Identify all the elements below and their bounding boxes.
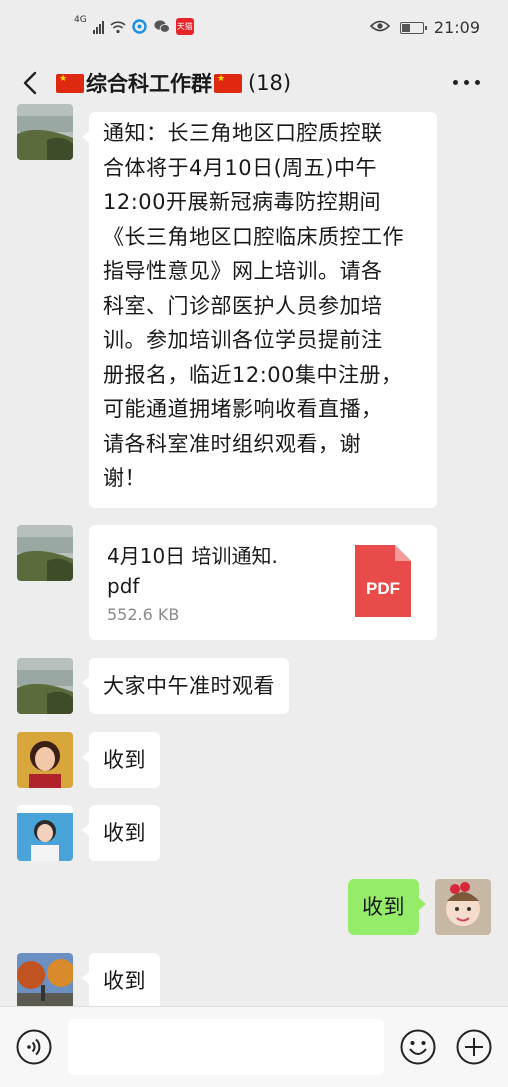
file-name-line: 4月10日 培训通知.	[107, 544, 278, 568]
china-flag-icon	[214, 73, 242, 93]
input-toolbar	[0, 1006, 508, 1087]
status-left-icons: 4G 天猫	[74, 15, 194, 35]
browser-notification-icon	[132, 19, 148, 35]
china-flag-icon	[56, 73, 84, 93]
message-line: 科室、门诊部医护人员参加培	[103, 293, 383, 318]
back-button[interactable]	[18, 70, 44, 96]
message-text: 收到	[103, 748, 146, 772]
smiley-icon	[400, 1029, 436, 1065]
woman-photo-icon	[17, 732, 73, 788]
message-text: 通知：长三角地区口腔质控联 合体将于4月10日(周五)中午 12:00开展新冠病…	[89, 112, 437, 502]
emoji-button[interactable]	[400, 1029, 436, 1065]
message-bubble[interactable]: 大家中午准时观看	[82, 658, 289, 714]
network-type: 4G	[74, 15, 87, 25]
message-bubble[interactable]: 收到	[82, 805, 160, 861]
pdf-file-icon: PDF	[355, 545, 411, 617]
message-text: 收到	[362, 895, 405, 919]
file-name-line: pdf	[107, 574, 140, 598]
battery-icon	[399, 21, 427, 34]
chat-title: 综合科工作群 (18)	[56, 68, 291, 98]
message-text: 收到	[103, 821, 146, 845]
message-bubble[interactable]: 通知：长三角地区口腔质控联 合体将于4月10日(周五)中午 12:00开展新冠病…	[82, 112, 437, 508]
wechat-notification-icon	[154, 19, 170, 35]
lake-photo-icon	[17, 658, 73, 714]
message-line: 12:00开展新冠病毒防控期间	[103, 190, 382, 214]
status-right: 21:09	[369, 18, 480, 37]
message-text: 收到	[103, 969, 146, 993]
message-text: 大家中午准时观看	[103, 674, 275, 698]
tmall-notification-icon: 天猫	[175, 18, 194, 35]
message-bubble[interactable]: 收到	[82, 953, 160, 1009]
sender-avatar[interactable]	[17, 732, 73, 788]
voice-input-button[interactable]	[16, 1029, 52, 1065]
message-line: 请各科室准时组织观看，谢	[103, 431, 361, 456]
clock: 21:09	[433, 18, 480, 37]
sender-avatar[interactable]	[17, 953, 73, 1009]
my-message-bubble[interactable]: 收到	[348, 879, 426, 935]
file-message-card[interactable]: 4月10日 培训通知. pdf 552.6 KB PDF	[89, 525, 437, 640]
sender-avatar[interactable]	[17, 805, 73, 861]
chat-header: 综合科工作群 (18)	[0, 58, 508, 108]
member-count: (18)	[248, 71, 292, 95]
message-bubble[interactable]: 收到	[82, 732, 160, 788]
message-line: 通知：长三角地区口腔质控联	[103, 121, 383, 145]
message-input[interactable]	[68, 1019, 384, 1075]
girl-photo-icon	[17, 805, 73, 861]
pdf-label: PDF	[366, 579, 400, 598]
signal-icon	[92, 20, 104, 34]
more-functions-button[interactable]	[456, 1029, 492, 1065]
message-line: 册报名，临近12:00集中注册，	[103, 362, 403, 387]
wifi-icon	[110, 19, 126, 35]
my-avatar[interactable]	[435, 879, 491, 935]
more-options-button[interactable]	[453, 80, 480, 85]
status-bar: 4G 天猫 21:09	[0, 0, 508, 58]
autumn-photo-icon	[17, 953, 73, 1009]
file-name: 4月10日 培训通知. pdf	[107, 541, 331, 601]
message-line: 《长三角地区口腔临床质控工作	[103, 224, 404, 249]
chevron-left-icon	[23, 71, 37, 95]
child-photo-icon	[435, 879, 491, 935]
group-name: 综合科工作群	[86, 72, 212, 96]
message-line: 合体将于4月10日(周五)中午	[103, 155, 377, 180]
message-line: 指导性意见》网上培训。请各	[103, 259, 383, 283]
lake-photo-icon	[17, 104, 73, 160]
file-size: 552.6 KB	[107, 605, 180, 624]
plus-icon	[456, 1029, 492, 1065]
voice-icon	[16, 1029, 52, 1065]
sender-avatar[interactable]	[17, 525, 73, 581]
message-line: 可能通道拥堵影响收看直播，	[103, 397, 383, 421]
message-line: 训。参加培训各位学员提前注	[103, 328, 383, 352]
message-line: 谢！	[103, 466, 146, 490]
sender-avatar[interactable]	[17, 104, 73, 160]
lake-photo-icon	[17, 525, 73, 581]
sender-avatar[interactable]	[17, 658, 73, 714]
eye-comfort-icon	[369, 18, 391, 37]
